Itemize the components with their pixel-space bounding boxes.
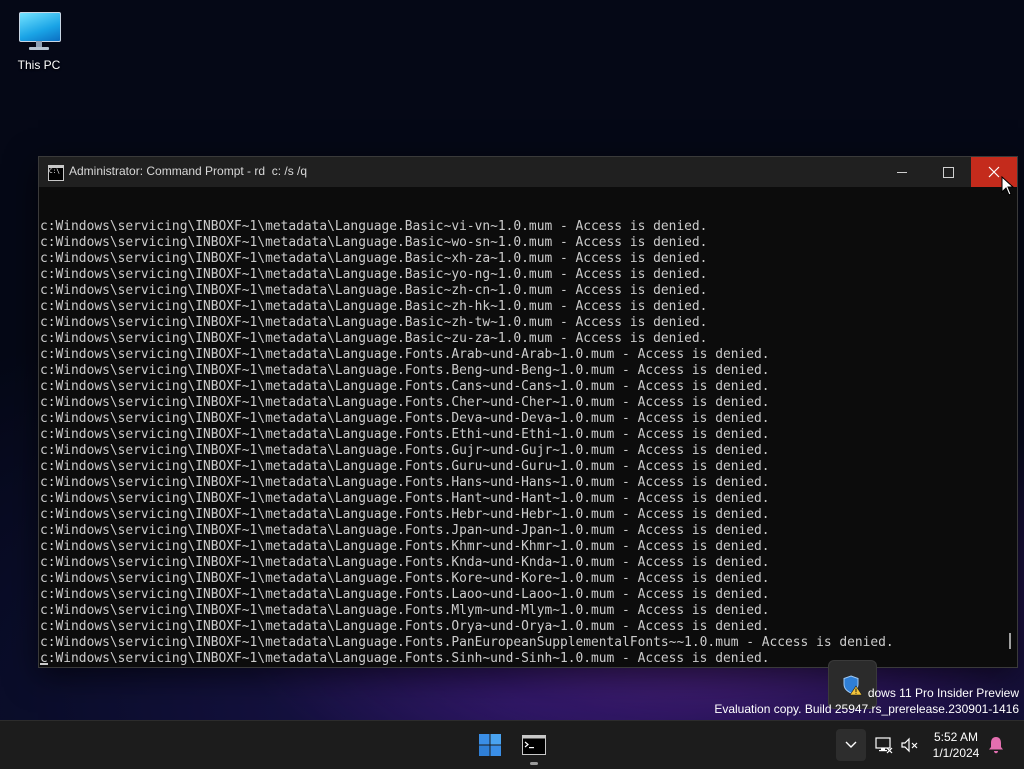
- windows-watermark: dows 11 Pro Insider Preview Evaluation c…: [714, 685, 1019, 717]
- notification-bell-icon: [989, 737, 1003, 754]
- taskbar-app-command-prompt[interactable]: [514, 725, 554, 765]
- minimize-button[interactable]: [879, 157, 925, 187]
- text-cursor: [40, 663, 48, 665]
- windows-start-icon: [479, 734, 501, 756]
- console-scrollbar[interactable]: [1001, 187, 1017, 667]
- console-line: c:Windows\servicing\INBOXF~1\metadata\La…: [40, 283, 708, 298]
- window-title: Administrator: Command Prompt - rd c: /s…: [69, 164, 308, 178]
- running-indicator: [530, 762, 538, 765]
- volume-muted-icon: [901, 737, 918, 753]
- console-line: c:Windows\servicing\INBOXF~1\metadata\La…: [40, 619, 770, 634]
- console-line: c:Windows\servicing\INBOXF~1\metadata\La…: [40, 235, 708, 250]
- maximize-icon: [942, 166, 954, 178]
- console-line: c:Windows\servicing\INBOXF~1\metadata\La…: [40, 539, 770, 554]
- show-hidden-icons-button[interactable]: [836, 729, 866, 761]
- console-output[interactable]: c:Windows\servicing\INBOXF~1\metadata\La…: [39, 187, 1001, 667]
- network-icon: [875, 737, 893, 754]
- console-line: c:Windows\servicing\INBOXF~1\metadata\La…: [40, 363, 770, 378]
- console-line: c:Windows\servicing\INBOXF~1\metadata\La…: [40, 331, 708, 346]
- console-line: c:Windows\servicing\INBOXF~1\metadata\La…: [40, 267, 708, 282]
- console-line: c:Windows\servicing\INBOXF~1\metadata\La…: [40, 395, 770, 410]
- console-line: c:Windows\servicing\INBOXF~1\metadata\La…: [40, 299, 708, 314]
- clock-button[interactable]: 5:52 AM 1/1/2024: [925, 729, 987, 761]
- taskbar: 5:52 AM 1/1/2024: [0, 720, 1024, 769]
- clock-time: 5:52 AM: [933, 730, 979, 744]
- console-line: c:Windows\servicing\INBOXF~1\metadata\La…: [40, 251, 708, 266]
- console-line: c:Windows\servicing\INBOXF~1\metadata\La…: [40, 603, 770, 618]
- console-line: c:Windows\servicing\INBOXF~1\metadata\La…: [40, 459, 770, 474]
- console-line: c:Windows\servicing\INBOXF~1\metadata\La…: [40, 555, 770, 570]
- clock-date: 1/1/2024: [932, 746, 980, 760]
- cmd-icon: [522, 735, 546, 755]
- console-line: c:Windows\servicing\INBOXF~1\metadata\La…: [40, 379, 770, 394]
- console-line: c:Windows\servicing\INBOXF~1\metadata\La…: [40, 411, 770, 426]
- volume-button[interactable]: [900, 735, 920, 755]
- console-line: c:Windows\servicing\INBOXF~1\metadata\La…: [40, 507, 770, 522]
- console-line: c:Windows\servicing\INBOXF~1\metadata\La…: [40, 347, 770, 362]
- console-line: c:Windows\servicing\INBOXF~1\metadata\La…: [40, 587, 770, 602]
- console-line: c:Windows\servicing\INBOXF~1\metadata\La…: [40, 427, 770, 442]
- scrollbar-thumb[interactable]: [1009, 633, 1011, 649]
- maximize-button[interactable]: [925, 157, 971, 187]
- console-line: c:Windows\servicing\INBOXF~1\metadata\La…: [40, 219, 708, 234]
- window-titlebar[interactable]: C:\ Administrator: Command Prompt - rd c…: [39, 157, 1017, 187]
- close-icon: [988, 166, 1000, 178]
- console-line: c:Windows\servicing\INBOXF~1\metadata\La…: [40, 523, 770, 538]
- minimize-icon: [897, 171, 907, 173]
- cmd-icon: C:\: [48, 165, 64, 181]
- watermark-build: Evaluation copy. Build 25947.rs_prerelea…: [714, 702, 1019, 716]
- console-line: c:Windows\servicing\INBOXF~1\metadata\La…: [40, 315, 708, 330]
- console-line: c:Windows\servicing\INBOXF~1\metadata\La…: [40, 475, 770, 490]
- chevron-up-icon: [845, 741, 857, 748]
- console-line: c:Windows\servicing\INBOXF~1\metadata\La…: [40, 491, 770, 506]
- mouse-pointer-icon: [1001, 176, 1015, 196]
- monitor-icon: [17, 10, 61, 52]
- desktop-icon-label: This PC: [17, 58, 61, 72]
- notifications-button[interactable]: [987, 735, 1007, 755]
- console-line: c:Windows\servicing\INBOXF~1\metadata\La…: [40, 443, 770, 458]
- console-line: c:Windows\servicing\INBOXF~1\metadata\La…: [40, 635, 894, 650]
- command-prompt-window[interactable]: C:\ Administrator: Command Prompt - rd c…: [38, 156, 1018, 668]
- desktop-icon-this-pc[interactable]: This PC: [10, 8, 68, 72]
- console-line: c:Windows\servicing\INBOXF~1\metadata\La…: [40, 571, 770, 586]
- start-button[interactable]: [470, 725, 510, 765]
- watermark-edition: dows 11 Pro Insider Preview: [867, 686, 1019, 700]
- network-button[interactable]: [874, 735, 894, 755]
